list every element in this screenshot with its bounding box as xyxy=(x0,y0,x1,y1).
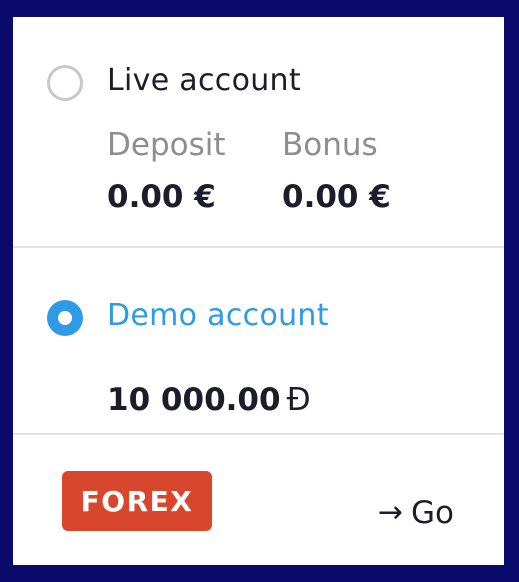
bonus-label: Bonus xyxy=(282,127,378,163)
demo-account-radio[interactable] xyxy=(47,300,83,336)
deposit-value: 0.00 € xyxy=(107,179,216,215)
demo-currency-symbol: Ð xyxy=(286,382,311,418)
arrow-right-icon: → xyxy=(377,495,403,530)
deposit-label: Deposit xyxy=(107,127,226,163)
go-label: Go xyxy=(411,495,454,531)
live-account-option[interactable]: Live account Deposit Bonus 0.00 € 0.00 € xyxy=(13,17,504,247)
demo-balance: 10 000.00 Ð xyxy=(107,382,311,418)
footer: FOREX → Go xyxy=(13,435,504,565)
demo-balance-amount: 10 000.00 xyxy=(107,382,281,418)
bonus-value: 0.00 € xyxy=(282,179,391,215)
forex-badge: FOREX xyxy=(62,471,212,531)
account-selector-panel: Live account Deposit Bonus 0.00 € 0.00 €… xyxy=(13,17,504,565)
demo-account-title: Demo account xyxy=(107,298,329,333)
live-account-radio[interactable] xyxy=(47,65,83,101)
go-button[interactable]: → Go xyxy=(378,495,454,531)
live-account-title: Live account xyxy=(107,63,301,98)
demo-account-option[interactable]: Demo account 10 000.00 Ð xyxy=(13,248,504,434)
